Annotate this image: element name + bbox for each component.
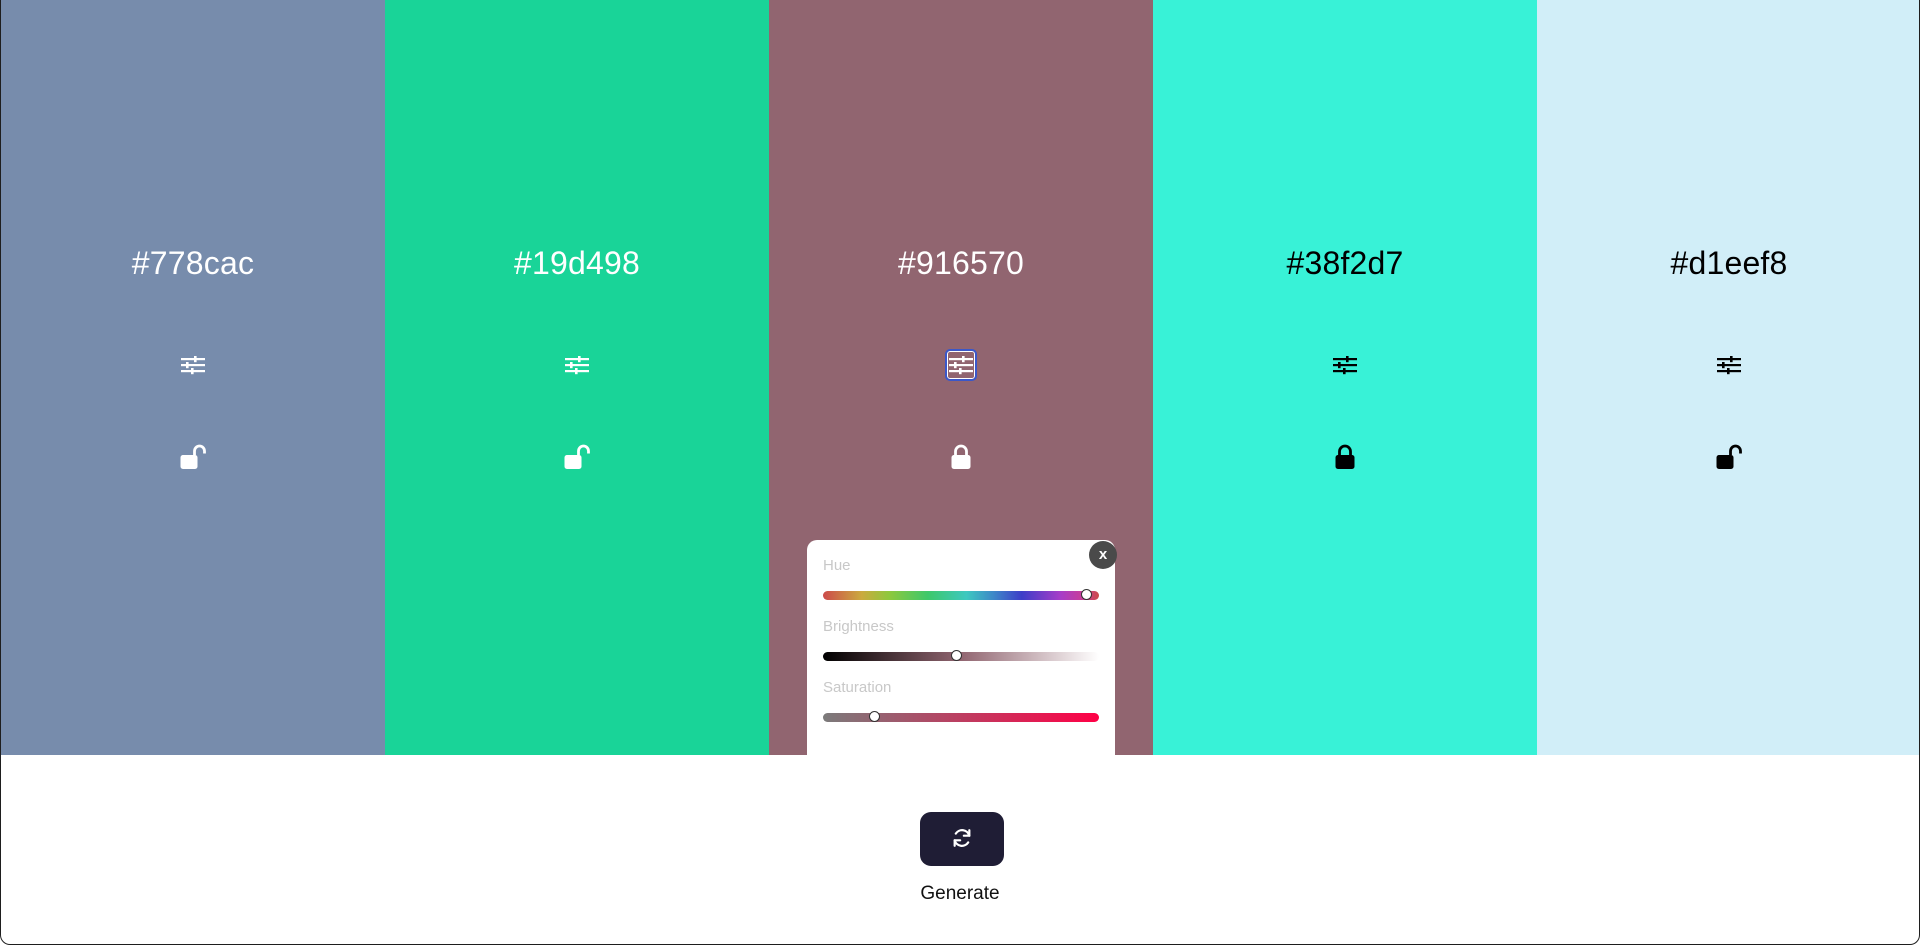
lock-toggle-button[interactable] <box>1714 442 1744 472</box>
lock-icon <box>950 444 972 470</box>
refresh-icon <box>951 827 973 852</box>
app-window: #778cac #19d498 #916570 x Hue Brightness… <box>0 0 1920 945</box>
sliders-icon <box>565 355 589 375</box>
hex-label[interactable]: #778cac <box>1 245 385 282</box>
brightness-slider-thumb[interactable] <box>950 650 962 661</box>
sliders-icon <box>1333 355 1357 375</box>
adjust-button[interactable] <box>1331 351 1359 379</box>
adjust-button[interactable] <box>179 351 207 379</box>
adjust-button[interactable] <box>1715 351 1743 379</box>
generate-label: Generate <box>920 883 1000 904</box>
adjust-panel: x Hue Brightness Saturation <box>807 540 1117 755</box>
brightness-slider[interactable] <box>823 650 1099 661</box>
color-swatch-2: #19d498 <box>385 0 769 755</box>
color-swatch-5: #d1eef8 <box>1537 0 1919 755</box>
lock-toggle-button[interactable] <box>946 442 976 472</box>
adjust-button[interactable] <box>945 349 977 381</box>
color-swatch-1: #778cac <box>1 0 385 755</box>
hex-label[interactable]: #19d498 <box>385 245 769 282</box>
hex-label[interactable]: #38f2d7 <box>1153 245 1537 282</box>
sliders-icon <box>949 355 973 375</box>
sliders-icon <box>1717 355 1741 375</box>
unlock-icon <box>563 444 591 470</box>
hue-slider-thumb[interactable] <box>1080 589 1092 600</box>
saturation-label: Saturation <box>823 679 892 696</box>
lock-toggle-button[interactable] <box>1330 442 1360 472</box>
color-swatch-3: #916570 x Hue Brightness Saturation <box>769 0 1153 755</box>
color-swatch-4: #38f2d7 <box>1153 0 1537 755</box>
brightness-label: Brightness <box>823 618 894 635</box>
generate-button[interactable] <box>920 812 1004 866</box>
close-panel-button[interactable]: x <box>1089 541 1117 569</box>
adjust-button[interactable] <box>563 351 591 379</box>
saturation-slider[interactable] <box>823 711 1099 722</box>
lock-toggle-button[interactable] <box>178 442 208 472</box>
lock-toggle-button[interactable] <box>562 442 592 472</box>
hex-label[interactable]: #d1eef8 <box>1537 245 1919 282</box>
lock-icon <box>1334 444 1356 470</box>
unlock-icon <box>1715 444 1743 470</box>
color-palette: #778cac #19d498 #916570 x Hue Brightness… <box>1 0 1919 755</box>
saturation-slider-thumb[interactable] <box>869 711 881 722</box>
hue-label: Hue <box>823 557 851 574</box>
unlock-icon <box>179 444 207 470</box>
hex-label[interactable]: #916570 <box>769 245 1153 282</box>
sliders-icon <box>181 355 205 375</box>
hue-slider[interactable] <box>823 589 1099 600</box>
